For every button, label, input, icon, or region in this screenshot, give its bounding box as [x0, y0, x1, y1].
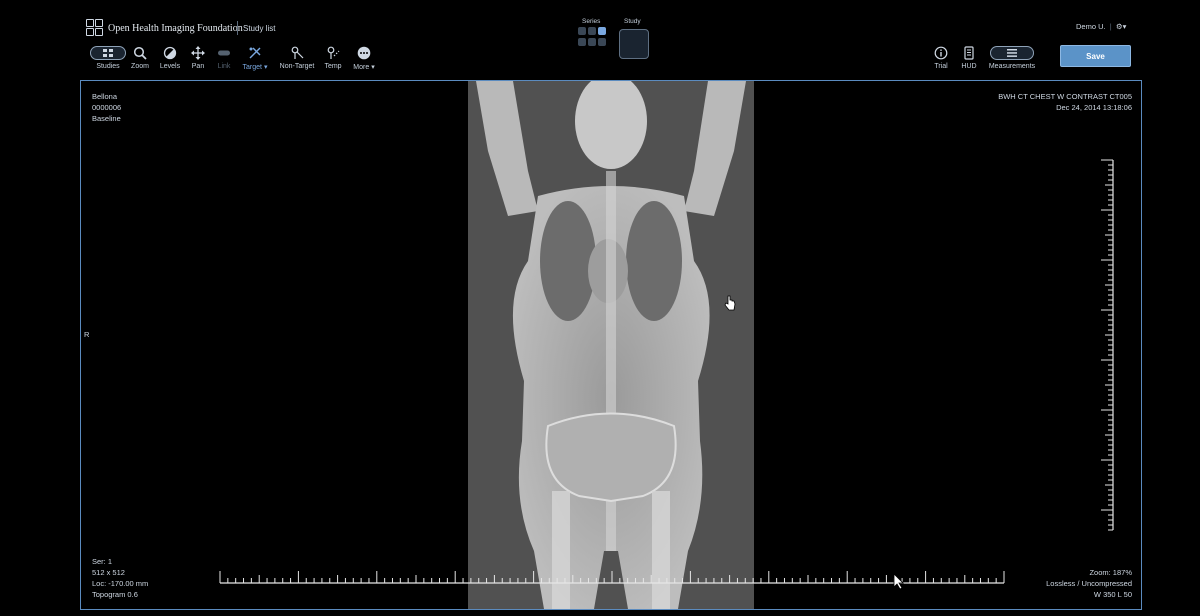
- timepoint: Baseline: [92, 114, 121, 123]
- trial-label: Trial: [934, 63, 948, 70]
- window-level: W 350 L 50: [1093, 590, 1132, 599]
- topogram-image[interactable]: [468, 81, 754, 609]
- zoom-label: Zoom: [131, 63, 149, 70]
- study-description: BWH CT CHEST W CONTRAST CT005: [998, 92, 1132, 101]
- link-button[interactable]: Link: [214, 46, 234, 76]
- target-icon: [249, 47, 261, 59]
- patient-info-overlay: Bellona 0000006 Baseline: [92, 91, 121, 124]
- studies-button[interactable]: Studies: [90, 46, 126, 76]
- header-divider: [237, 21, 238, 35]
- temp-button[interactable]: Temp: [322, 46, 344, 76]
- measurements-icon: [984, 46, 1040, 60]
- more-icon: [357, 46, 371, 60]
- study-label: Study: [624, 18, 641, 25]
- study-date: Dec 24, 2014 13:18:06: [1056, 103, 1132, 112]
- link-icon: [218, 50, 230, 56]
- non-target-label: Non-Target: [279, 63, 315, 70]
- patient-id: 0000006: [92, 103, 122, 112]
- zoom-level: Zoom: 187%: [1089, 568, 1132, 577]
- measurements-button[interactable]: Measurements: [984, 46, 1040, 76]
- series-label: Series: [582, 18, 601, 25]
- studies-label: Studies: [96, 63, 120, 70]
- trial-button[interactable]: Trial: [930, 46, 952, 76]
- study-list-link[interactable]: Study list: [243, 24, 275, 33]
- slice-location: Loc: -170.00 mm: [92, 579, 149, 588]
- horizontal-ruler: [219, 571, 1005, 584]
- zoom-icon: [133, 46, 147, 60]
- study-layout-button[interactable]: [619, 29, 649, 59]
- zoom-button[interactable]: Zoom: [128, 46, 152, 76]
- non-target-button[interactable]: Non-Target: [278, 46, 316, 76]
- levels-button[interactable]: Levels: [158, 46, 182, 76]
- pan-label: Pan: [191, 63, 205, 70]
- ohif-logo-icon: [86, 19, 103, 36]
- levels-label: Levels: [159, 63, 181, 70]
- user-menu[interactable]: Demo U. | ⚙▾: [1076, 22, 1126, 31]
- target-button[interactable]: Target ▾: [240, 46, 270, 76]
- temp-label: Temp: [324, 63, 342, 70]
- orientation-marker: R: [84, 330, 90, 339]
- pan-icon: [191, 46, 205, 60]
- measurements-label: Measurements: [988, 63, 1036, 70]
- hud-button[interactable]: HUD: [958, 46, 980, 76]
- more-caret-icon: ▾: [371, 64, 375, 71]
- compression: Lossless / Uncompressed: [1046, 579, 1132, 588]
- series-number: Ser: 1: [92, 557, 113, 566]
- layout-selector: Series Study: [576, 14, 652, 60]
- image-dimensions: 512 x 512: [92, 568, 125, 577]
- image-info-overlay: Ser: 1 512 x 512 Loc: -170.00 mm Topogra…: [92, 556, 148, 600]
- series-layout-grid[interactable]: [578, 27, 608, 47]
- gear-icon[interactable]: ⚙▾: [1116, 22, 1127, 31]
- pan-button[interactable]: Pan: [188, 46, 208, 76]
- hud-icon: [964, 46, 974, 60]
- save-button[interactable]: Save: [1060, 45, 1131, 67]
- study-info-overlay: BWH CT CHEST W CONTRAST CT005 Dec 24, 20…: [998, 91, 1132, 113]
- patient-name: Bellona: [92, 92, 118, 101]
- target-label: Target: [242, 64, 262, 71]
- hand-cursor-icon: [724, 295, 736, 311]
- info-icon: [934, 46, 948, 60]
- non-target-icon: [291, 46, 304, 59]
- link-label: Link: [217, 63, 231, 70]
- app-title: Open Health Imaging Foundation: [108, 23, 243, 34]
- temp-icon: [327, 46, 340, 59]
- vertical-ruler: [1101, 159, 1114, 531]
- studies-icon: [90, 46, 126, 60]
- more-button[interactable]: More ▾: [350, 46, 378, 76]
- target-caret-icon: ▾: [263, 64, 268, 71]
- display-info-overlay: Zoom: 187% Lossless / Uncompressed W 350…: [1046, 567, 1132, 600]
- hud-label: HUD: [961, 63, 977, 70]
- body-scan-graphic: [468, 81, 754, 609]
- arrow-cursor-icon: [893, 573, 904, 590]
- image-type: Topogram 0.6: [92, 590, 138, 599]
- levels-icon: [163, 46, 177, 60]
- user-name: Demo U.: [1076, 22, 1106, 31]
- more-label: More: [353, 64, 370, 71]
